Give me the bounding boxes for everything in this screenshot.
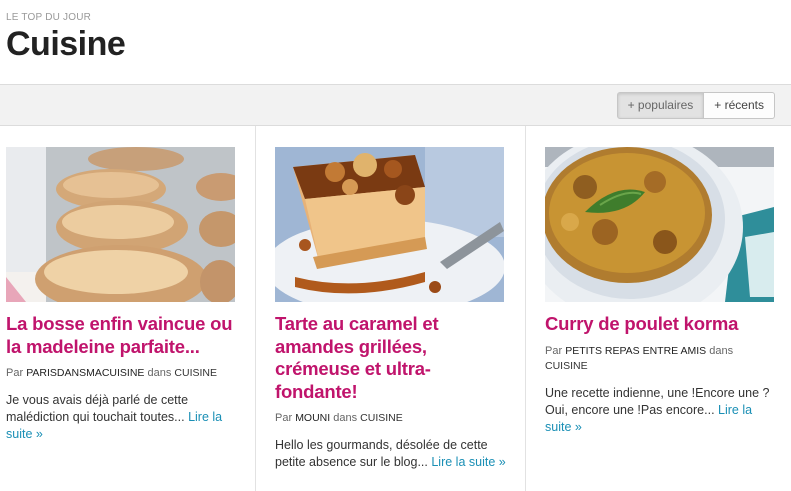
- read-more-link[interactable]: Lire la suite »: [431, 455, 505, 469]
- author-link[interactable]: MOUNI: [295, 412, 330, 424]
- byline-in-label: dans: [147, 367, 172, 379]
- byline-by-label: Par: [275, 412, 293, 424]
- article-byline: Par MOUNI dans CUISINE: [275, 411, 505, 426]
- article-list: La bosse enfin vaincue ou la madeleine p…: [0, 126, 791, 491]
- article-card: Tarte au caramel et amandes grillées, cr…: [256, 126, 526, 491]
- author-link[interactable]: PETITS REPAS ENTRE AMIS: [565, 345, 706, 357]
- filter-bar: + populaires + récents: [0, 84, 791, 126]
- article-byline: Par PARISDANSMACUISINE dans CUISINE: [6, 366, 236, 381]
- excerpt-text: Je vous avais déjà parlé de cette malédi…: [6, 393, 189, 424]
- article-title-link[interactable]: La bosse enfin vaincue ou la madeleine p…: [6, 313, 238, 358]
- article-title-link[interactable]: Tarte au caramel et amandes grillées, cr…: [275, 313, 507, 403]
- category-link[interactable]: CUISINE: [360, 412, 403, 424]
- category-link[interactable]: CUISINE: [174, 367, 217, 379]
- page-title: Cuisine: [6, 25, 126, 63]
- section-eyebrow: LE TOP DU JOUR: [6, 12, 92, 23]
- article-thumbnail-curry[interactable]: [545, 147, 774, 302]
- article-title-link[interactable]: Curry de poulet korma: [545, 313, 777, 336]
- byline-by-label: Par: [6, 367, 24, 379]
- article-excerpt: Je vous avais déjà parlé de cette malédi…: [6, 392, 238, 443]
- category-link[interactable]: CUISINE: [545, 360, 588, 372]
- sort-button-group: + populaires + récents: [616, 92, 775, 119]
- article-card: Curry de poulet korma Par PETITS REPAS E…: [526, 126, 791, 491]
- article-thumbnail-caramel-tart[interactable]: [275, 147, 504, 302]
- article-byline: Par PETITS REPAS ENTRE AMIS dans CUISINE: [545, 344, 775, 374]
- byline-in-label: dans: [709, 344, 734, 357]
- article-card: La bosse enfin vaincue ou la madeleine p…: [0, 126, 256, 491]
- article-thumbnail-madeleines[interactable]: [6, 147, 235, 302]
- page-header: LE TOP DU JOUR Cuisine: [0, 0, 791, 84]
- author-link[interactable]: PARISDANSMACUISINE: [26, 367, 144, 379]
- recent-filter-button[interactable]: + récents: [704, 92, 775, 119]
- byline-in-label: dans: [333, 412, 358, 424]
- article-excerpt: Hello les gourmands, désolée de cette pe…: [275, 437, 507, 471]
- byline-by-label: Par: [545, 344, 563, 357]
- popular-filter-button[interactable]: + populaires: [616, 92, 705, 119]
- article-excerpt: Une recette indienne, une !Encore une ? …: [545, 385, 777, 436]
